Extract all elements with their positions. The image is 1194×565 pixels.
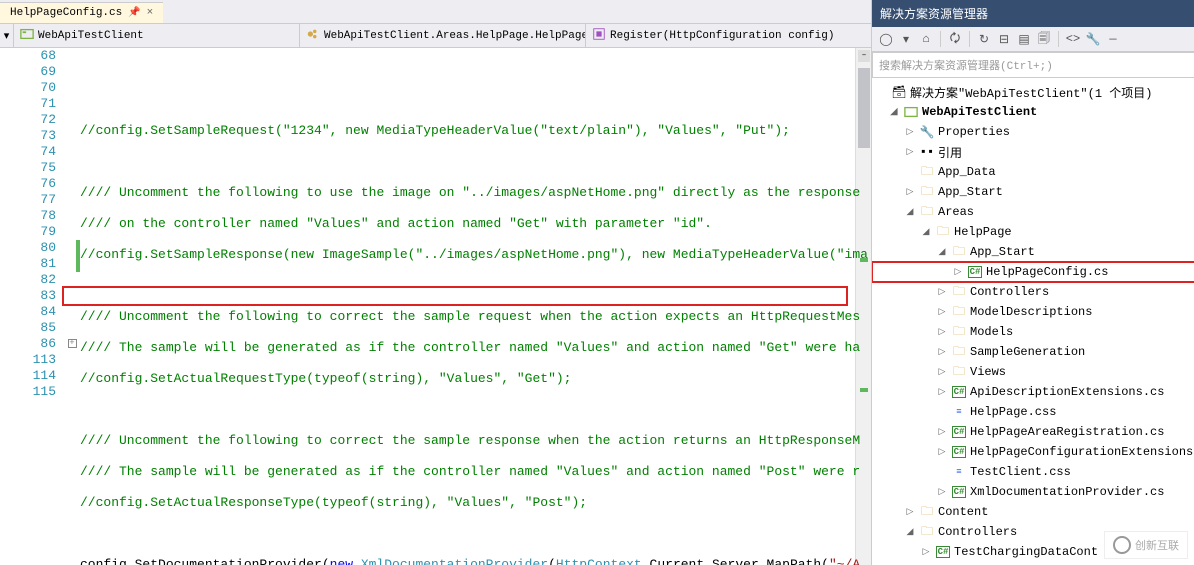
folder-icon: 🗀 [919, 504, 935, 520]
navigation-bar: ▾ WebApiTestClient WebApiTestClient.Area… [0, 24, 871, 48]
node-helppagearea[interactable]: ▷C#HelpPageAreaRegistration.cs [872, 422, 1194, 442]
node-content[interactable]: ▷🗀Content [872, 502, 1194, 522]
csharp-file-icon: C# [951, 484, 967, 500]
csharp-project-icon [903, 104, 919, 120]
wrench-icon[interactable]: 🔧 [1085, 31, 1101, 47]
project-node[interactable]: ◢WebApiTestClient [872, 102, 1194, 122]
references-icon: ▪▪ [919, 144, 935, 160]
close-icon[interactable]: × [147, 7, 154, 19]
solution-root[interactable]: 🗃解决方案"WebApiTestClient"(1 个项目) [872, 82, 1194, 102]
nav-project[interactable]: WebApiTestClient [14, 24, 300, 47]
solution-search[interactable]: 搜索解决方案资源管理器(Ctrl+;) [872, 52, 1194, 78]
show-all-icon[interactable]: ▤ [1016, 31, 1032, 47]
folder-icon: 🗀 [919, 204, 935, 220]
node-controllers[interactable]: ▷🗀Controllers [872, 282, 1194, 302]
tab-helppageconfig[interactable]: HelpPageConfig.cs 📌 × [0, 2, 163, 23]
solution-toolbar: ◯ ▾ ⌂ 🗘 ↻ ⊟ ▤ 🗐 <> 🔧 — [872, 27, 1194, 52]
nav-dropdown-button[interactable]: ▾ [0, 24, 14, 47]
project-icon [20, 27, 34, 45]
node-areas[interactable]: ◢🗀Areas [872, 202, 1194, 222]
csharp-file-icon: C# [967, 264, 983, 280]
node-testclientcss[interactable]: ≡TestClient.css [872, 462, 1194, 482]
line-numbers: 6869707172737475767778798081828384858611… [0, 48, 64, 565]
node-models[interactable]: ▷🗀Models [872, 322, 1194, 342]
css-file-icon: ≡ [951, 404, 967, 420]
solution-icon: 🗃 [891, 84, 907, 100]
solution-explorer: 解决方案资源管理器 ◯ ▾ ⌂ 🗘 ↻ ⊟ ▤ 🗐 <> 🔧 — 搜索解决方案资… [872, 0, 1194, 565]
node-helppageconfext[interactable]: ▷C#HelpPageConfigurationExtensions.cs [872, 442, 1194, 462]
folder-icon: 🗀 [935, 224, 951, 240]
code-editor[interactable]: 6869707172737475767778798081828384858611… [0, 48, 871, 565]
csharp-file-icon: C# [951, 444, 967, 460]
fold-column: + [64, 48, 80, 565]
pin-icon[interactable]: 📌 [128, 7, 140, 19]
dash-icon[interactable]: — [1105, 31, 1121, 47]
csharp-file-icon: C# [951, 384, 967, 400]
node-helppagecss[interactable]: ≡HelpPage.css [872, 402, 1194, 422]
css-file-icon: ≡ [951, 464, 967, 480]
csharp-file-icon: C# [951, 424, 967, 440]
node-appdata[interactable]: 🗀App_Data [872, 162, 1194, 182]
nav-method[interactable]: Register(HttpConfiguration config) [586, 24, 871, 47]
nav-namespace[interactable]: WebApiTestClient.Areas.HelpPage.HelpPage [300, 24, 586, 47]
node-modeldesc[interactable]: ▷🗀ModelDescriptions [872, 302, 1194, 322]
collapse-icon[interactable]: ⊟ [996, 31, 1012, 47]
document-tabs: HelpPageConfig.cs 📌 × [0, 0, 871, 24]
folder-icon: 🗀 [951, 324, 967, 340]
fold-toggle[interactable]: + [68, 339, 77, 348]
node-helppageconfig[interactable]: ▷C#HelpPageConfig.cs [872, 262, 1194, 282]
node-apidesc[interactable]: ▷C#ApiDescriptionExtensions.cs [872, 382, 1194, 402]
folder-icon: 🗀 [951, 304, 967, 320]
csharp-file-icon: C# [935, 544, 951, 560]
node-helppage[interactable]: ◢🗀HelpPage [872, 222, 1194, 242]
forward-icon[interactable]: ▾ [898, 31, 914, 47]
class-icon [306, 27, 320, 45]
node-references[interactable]: ▷▪▪引用 [872, 142, 1194, 162]
node-appstart2[interactable]: ◢🗀App_Start [872, 242, 1194, 262]
folder-icon: 🗀 [951, 344, 967, 360]
folder-icon: 🗀 [919, 164, 935, 180]
panel-title: 解决方案资源管理器 [872, 0, 1194, 27]
back-icon[interactable]: ◯ [878, 31, 894, 47]
watermark: 创新互联 [1104, 531, 1188, 559]
node-samplegen[interactable]: ▷🗀SampleGeneration [872, 342, 1194, 362]
editor-pane: HelpPageConfig.cs 📌 × ▾ WebApiTestClient… [0, 0, 872, 565]
refresh-icon[interactable]: ↻ [976, 31, 992, 47]
node-appstart[interactable]: ▷🗀App_Start [872, 182, 1194, 202]
node-properties[interactable]: ▷🔧Properties [872, 122, 1194, 142]
node-views[interactable]: ▷🗀Views [872, 362, 1194, 382]
folder-icon: 🗀 [951, 364, 967, 380]
folder-icon: 🗀 [951, 244, 967, 260]
properties-icon[interactable]: <> [1065, 31, 1081, 47]
sync-icon[interactable]: 🗘 [947, 31, 963, 47]
method-icon [592, 27, 606, 45]
folder-icon: 🗀 [951, 284, 967, 300]
home-icon[interactable]: ⌂ [918, 31, 934, 47]
folder-icon: 🗀 [919, 524, 935, 540]
folder-icon: 🗀 [919, 184, 935, 200]
wrench-icon: 🔧 [919, 124, 935, 140]
copy-icon[interactable]: 🗐 [1036, 31, 1052, 47]
logo-icon [1113, 536, 1131, 554]
code-content[interactable]: //config.SetSampleRequest("1234", new Me… [80, 48, 871, 565]
solution-tree[interactable]: 🗃解决方案"WebApiTestClient"(1 个项目) ◢WebApiTe… [872, 78, 1194, 565]
node-xmldoc[interactable]: ▷C#XmlDocumentationProvider.cs [872, 482, 1194, 502]
tab-label: HelpPageConfig.cs [10, 7, 122, 19]
